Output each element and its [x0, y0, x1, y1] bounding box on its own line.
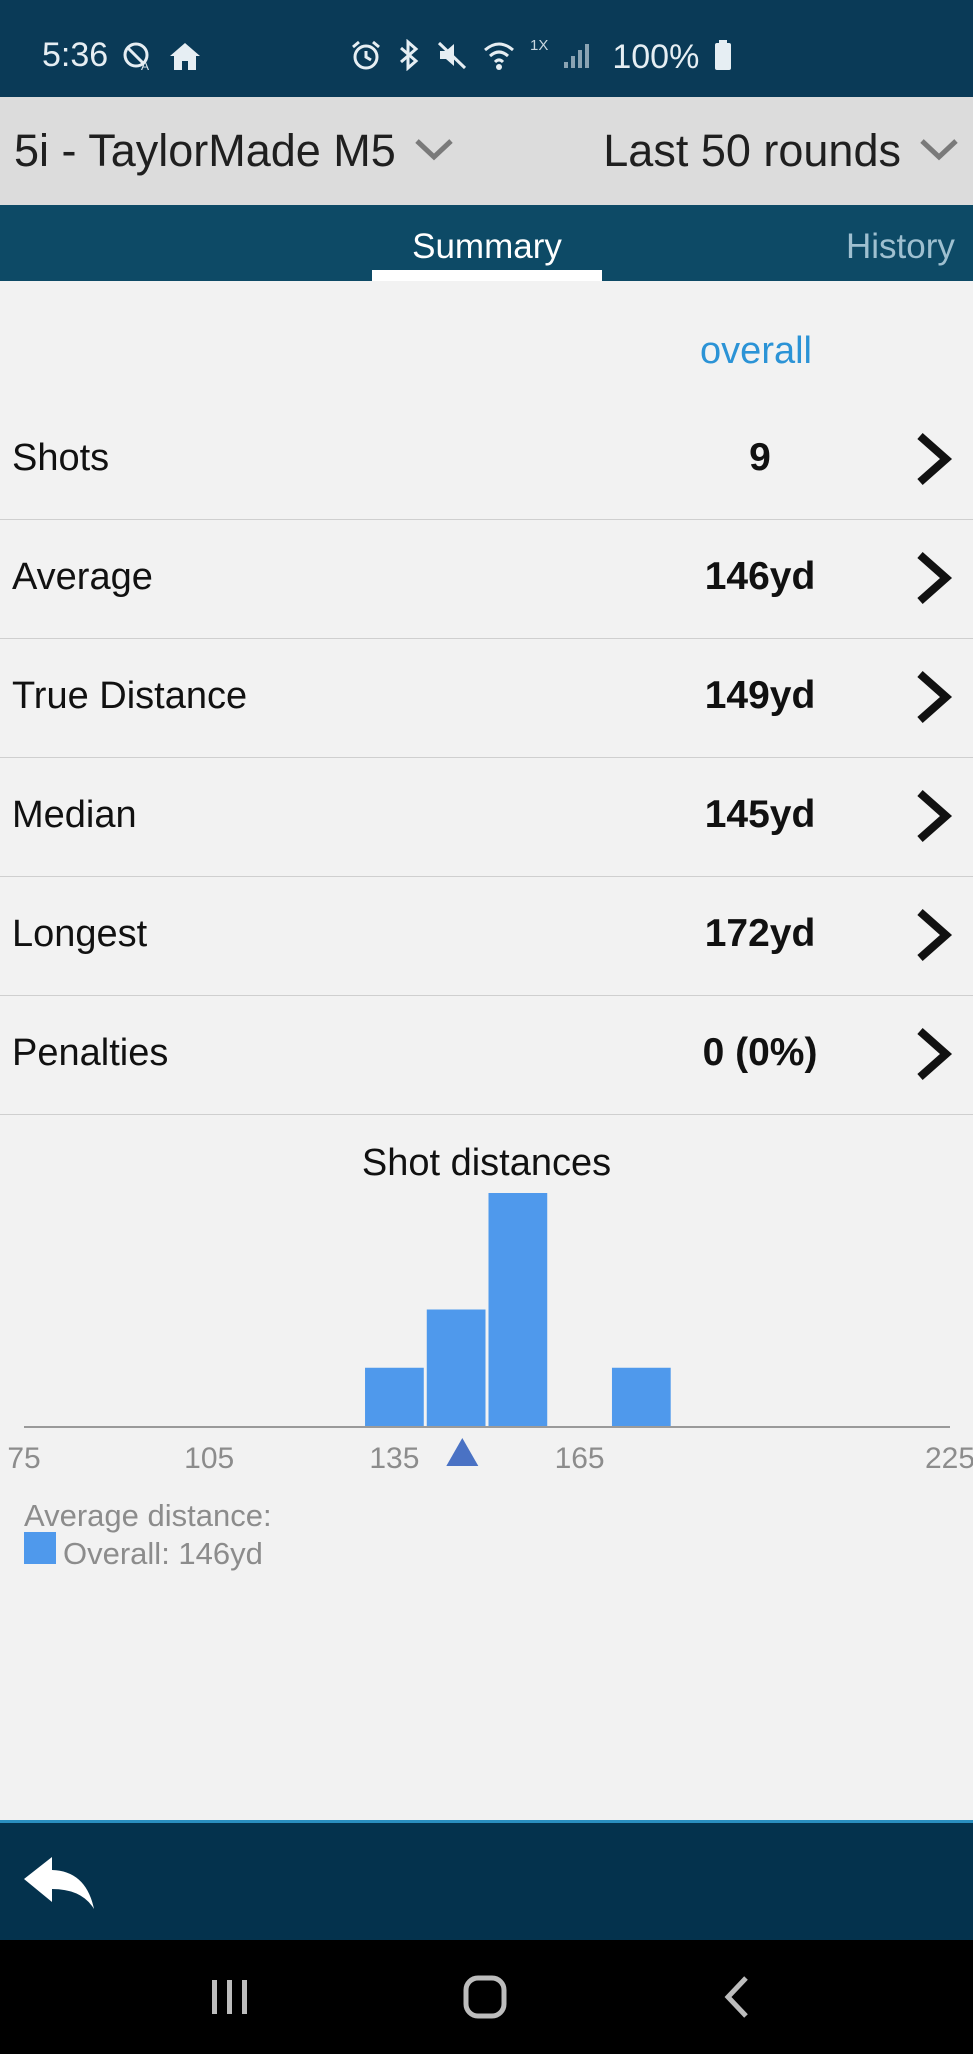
histogram-bar: [611, 1367, 671, 1426]
recent-apps-icon[interactable]: [208, 1974, 252, 2025]
x-tick-label: 75: [7, 1442, 40, 1475]
histogram-bar: [365, 1367, 424, 1426]
chevron-right-icon: [912, 670, 954, 729]
bluetooth-icon: [396, 38, 422, 76]
x-tick-label: 225: [925, 1442, 973, 1475]
stat-label: Longest: [12, 913, 148, 955]
stat-label: Shots: [12, 437, 110, 479]
x-tick-label: 135: [369, 1442, 419, 1475]
stat-label: Median: [12, 794, 137, 836]
active-tab-indicator: [372, 270, 602, 281]
stat-row-average[interactable]: Average 146yd: [0, 519, 973, 639]
svg-text:A: A: [141, 59, 149, 72]
mute-icon: [436, 39, 468, 76]
network-type-label: 1X: [530, 37, 549, 54]
alarm-icon: [350, 39, 382, 76]
range-dropdown[interactable]: Last 50 rounds: [603, 125, 959, 177]
system-nav-bar: [0, 1940, 973, 2054]
stat-row-true-distance[interactable]: True Distance 149yd: [0, 638, 973, 758]
stat-value: 149yd: [704, 674, 816, 717]
stat-row-shots[interactable]: Shots 9: [0, 400, 973, 520]
chevron-down-icon: [414, 137, 454, 166]
average-marker: [446, 1438, 479, 1466]
range-dropdown-label: Last 50 rounds: [603, 125, 901, 176]
shot-distance-histogram: 75 105 135 165 225: [7, 1193, 973, 1475]
home-icon: [168, 40, 202, 77]
auto-brightness-icon: A: [122, 40, 154, 77]
chevron-down-icon: [919, 137, 959, 166]
stat-label: Penalties: [12, 1032, 169, 1074]
stat-label: Average: [12, 556, 153, 598]
column-header-overall: overall: [700, 330, 812, 372]
legend-entry: Overall: 146yd: [63, 1536, 263, 1571]
histogram-bar: [426, 1309, 486, 1426]
stat-row-median[interactable]: Median 145yd: [0, 757, 973, 877]
stat-value: 0 (0%): [702, 1031, 818, 1074]
stat-value: 145yd: [704, 793, 816, 836]
chevron-right-icon: [912, 789, 954, 848]
reply-back-icon[interactable]: [20, 1853, 100, 1922]
stat-row-longest[interactable]: Longest 172yd: [0, 876, 973, 996]
legend-title: Average distance:: [24, 1498, 272, 1533]
battery-percent: 100%: [612, 38, 700, 76]
status-bar: 5:36 A 1X 100%: [0, 0, 973, 97]
selector-bar: 5i - TaylorMade M5 Last 50 rounds: [0, 97, 973, 206]
chevron-right-icon: [912, 551, 954, 610]
stat-value: 9: [749, 436, 771, 479]
histogram-bar: [488, 1193, 548, 1426]
chevron-right-icon: [912, 1027, 954, 1086]
status-time: 5:36: [42, 36, 109, 74]
club-dropdown[interactable]: 5i - TaylorMade M5: [14, 125, 454, 177]
bottom-app-bar: [0, 1820, 973, 1943]
signal-icon: [562, 40, 592, 75]
club-dropdown-label: 5i - TaylorMade M5: [14, 125, 396, 176]
tab-history[interactable]: History: [846, 227, 955, 267]
chevron-right-icon: [912, 908, 954, 967]
stat-value: 172yd: [704, 912, 816, 955]
back-button-icon[interactable]: [720, 1974, 754, 2025]
chevron-right-icon: [912, 432, 954, 491]
wifi-icon: [482, 39, 516, 76]
legend-swatch: [24, 1532, 56, 1564]
x-tick-label: 165: [555, 1442, 605, 1475]
x-tick-label: 105: [184, 1442, 234, 1475]
tab-summary[interactable]: Summary: [372, 227, 602, 267]
stat-value: 146yd: [704, 555, 816, 598]
battery-icon: [713, 39, 733, 76]
stat-row-penalties[interactable]: Penalties 0 (0%): [0, 995, 973, 1115]
stat-label: True Distance: [12, 675, 248, 717]
home-button-icon[interactable]: [462, 1974, 508, 2025]
